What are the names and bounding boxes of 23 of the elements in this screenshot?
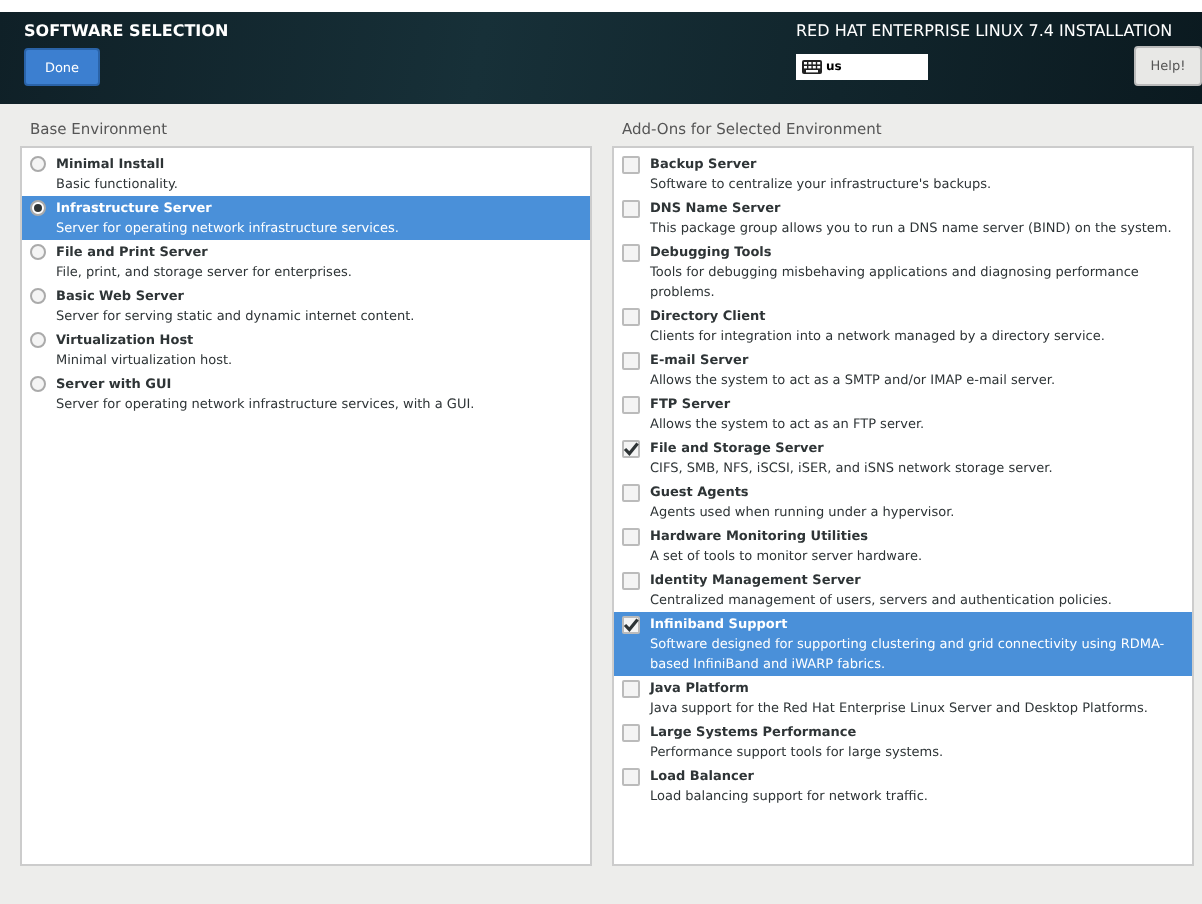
radio-button[interactable]: [30, 244, 46, 260]
checkbox[interactable]: [622, 484, 640, 502]
radio-button[interactable]: [30, 376, 46, 392]
checkbox[interactable]: [622, 352, 640, 370]
product-title: RED HAT ENTERPRISE LINUX 7.4 INSTALLATION: [796, 22, 1173, 40]
radio-button[interactable]: [30, 200, 46, 216]
checkbox[interactable]: [622, 244, 640, 262]
checkbox[interactable]: [622, 308, 640, 326]
checkbox[interactable]: [622, 768, 640, 786]
checkbox[interactable]: [622, 572, 640, 590]
checkbox[interactable]: [622, 156, 640, 174]
radio-button[interactable]: [30, 332, 46, 348]
radio-button[interactable]: [30, 156, 46, 172]
checkbox[interactable]: [622, 616, 640, 634]
checkbox[interactable]: [622, 680, 640, 698]
keyboard-icon: [802, 59, 822, 73]
checkbox[interactable]: [622, 200, 640, 218]
screen-title: SOFTWARE SELECTION: [24, 22, 229, 40]
checkbox[interactable]: [622, 724, 640, 742]
checkbox[interactable]: [622, 440, 640, 458]
radio-button[interactable]: [30, 288, 46, 304]
checkbox[interactable]: [622, 528, 640, 546]
checkbox[interactable]: [622, 396, 640, 414]
